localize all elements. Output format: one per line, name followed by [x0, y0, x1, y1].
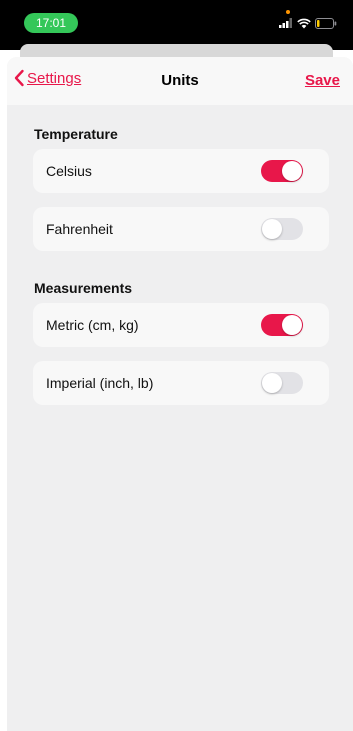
battery-icon: [315, 17, 337, 29]
toggle-knob: [262, 219, 282, 239]
option-label: Metric (cm, kg): [46, 317, 139, 333]
save-button[interactable]: Save: [305, 72, 340, 89]
signal-icon: [279, 18, 292, 28]
option-row-imperial[interactable]: Imperial (inch, lb): [33, 361, 329, 405]
page-title: Units: [161, 72, 199, 89]
option-label: Fahrenheit: [46, 221, 113, 237]
status-bar: 17:01: [0, 0, 353, 50]
section-title-temperature: Temperature: [34, 126, 118, 142]
option-label: Imperial (inch, lb): [46, 375, 154, 391]
section-title-measurements: Measurements: [34, 280, 133, 296]
option-row-metric[interactable]: Metric (cm, kg): [33, 303, 329, 347]
navigation-bar: Settings Units Save: [7, 57, 353, 105]
fahrenheit-toggle[interactable]: [261, 218, 303, 240]
metric-toggle[interactable]: [261, 314, 303, 336]
option-row-fahrenheit[interactable]: Fahrenheit: [33, 207, 329, 251]
wifi-icon: [297, 18, 311, 28]
celsius-toggle[interactable]: [261, 160, 303, 182]
option-label: Celsius: [46, 163, 92, 179]
status-icons: [279, 12, 337, 34]
units-sheet: Settings Units Save Temperature Celsius …: [7, 57, 353, 731]
toggle-knob: [262, 373, 282, 393]
status-time: 17:01: [24, 13, 78, 33]
toggle-knob: [282, 161, 302, 181]
toggle-knob: [282, 315, 302, 335]
option-row-celsius[interactable]: Celsius: [33, 149, 329, 193]
imperial-toggle[interactable]: [261, 372, 303, 394]
